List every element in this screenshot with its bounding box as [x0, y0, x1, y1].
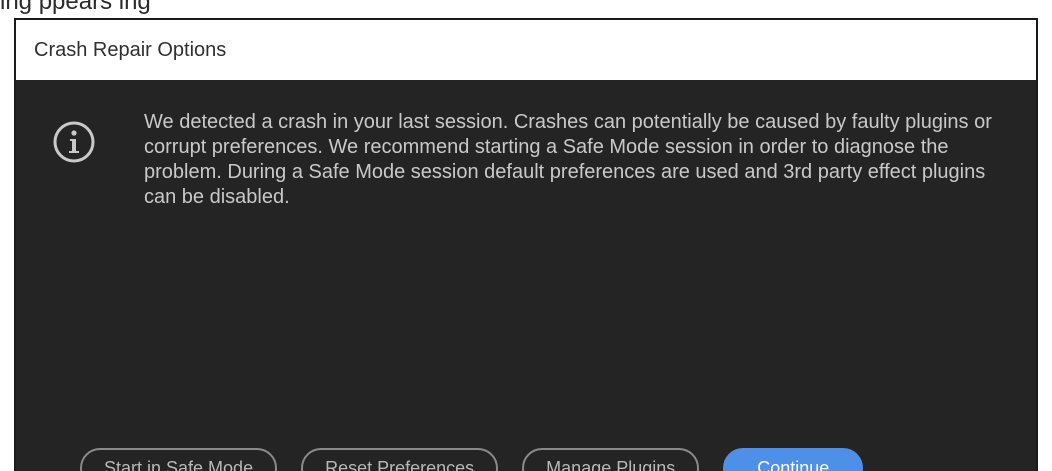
crash-repair-dialog: Crash Repair Options We detected a crash…	[14, 18, 1038, 471]
reset-preferences-button[interactable]: Reset Preferences	[301, 448, 499, 471]
dialog-body: We detected a crash in your last session…	[16, 80, 1036, 471]
background-document: ing ppears ing	[0, 0, 1052, 18]
crash-message: We detected a crash in your last session…	[144, 111, 992, 208]
continue-button[interactable]: Continue	[723, 448, 864, 471]
cropped-text: ing ppears ing	[0, 0, 151, 15]
info-circle-icon	[53, 121, 95, 163]
button-row: Start in Safe Mode Reset Preferences Man…	[80, 448, 864, 471]
dialog-titlebar[interactable]: Crash Repair Options	[16, 20, 1036, 80]
dialog-title: Crash Repair Options	[34, 38, 227, 61]
start-safe-mode-button[interactable]: Start in Safe Mode	[80, 448, 278, 471]
manage-plugins-button[interactable]: Manage Plugins	[522, 448, 700, 471]
